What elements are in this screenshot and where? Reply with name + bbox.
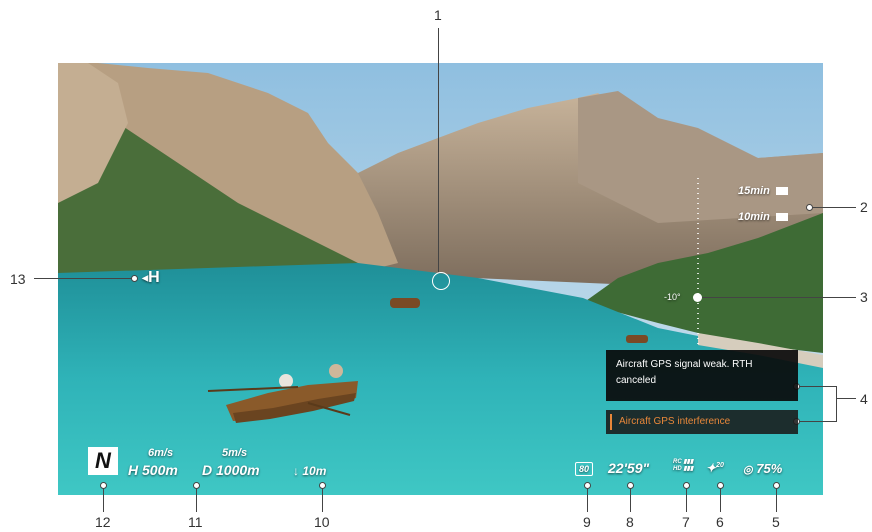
rc-label: RC [673,459,682,465]
callout-number: 6 [716,514,724,530]
gimbal-angle: -10° [664,292,681,302]
leader-dot-2 [806,204,813,211]
vertical-speed: 6m/s [148,447,174,459]
battery-status: ◎ 75% [743,461,782,476]
return-timer: 15min [738,185,788,197]
timer-value: 15min [738,185,770,197]
leader-dot-13 [131,275,138,282]
leader-3 [700,297,856,298]
callout-number: 8 [626,514,634,530]
leader-dot-11 [193,482,200,489]
goggles-icon: ◎ [743,464,753,476]
leader-6 [720,486,721,512]
callout-number: 4 [860,391,868,407]
leader-4b [796,421,836,422]
leader-dot-5 [773,482,780,489]
leader-dot-6 [717,482,724,489]
satellite-icon: ✦ [706,461,717,475]
landing-timer: 10min [738,211,788,223]
battery-box: 80 [575,462,594,476]
crosshair-icon [432,272,450,290]
leader-4c [836,386,837,422]
timer-value: 10min [738,211,770,223]
gps-count: 20 [716,462,724,469]
leader-4d [836,398,856,399]
callout-number: 9 [583,514,591,530]
leader-dot-10 [319,482,326,489]
notice-message: Aircraft GPS signal weak. RTH canceled [606,350,798,401]
obstacle-icon: ↓ [293,464,299,478]
flight-time: 22'59" [608,460,650,476]
leader-2 [810,207,856,208]
callout-number: 1 [434,7,442,23]
leader-9 [587,486,588,512]
home-point-indicator: ◀H [142,269,160,287]
vision-distance: 10m [302,464,327,478]
leader-dot-8 [627,482,634,489]
flight-mode-badge: N [88,447,118,475]
leader-dot-9 [584,482,591,489]
leader-dot-12 [100,482,107,489]
distance: D 1000m [202,462,260,478]
callout-number: 2 [860,199,868,215]
leader-7 [686,486,687,512]
leader-10 [322,486,323,512]
leader-dot-7 [683,482,690,489]
horizontal-speed: 5m/s [222,447,248,459]
gimbal-handle[interactable] [693,293,702,302]
callout-number: 7 [682,514,690,530]
warning-message: Aircraft GPS interference [606,410,798,434]
callout-number: 5 [772,514,780,530]
leader-13 [34,278,134,279]
signal-status: RC ▮▮▮ HD ▮▮▮ [673,459,693,473]
leader-11 [196,486,197,512]
leader-5 [776,486,777,512]
landing-icon [775,213,788,222]
rth-icon [775,187,788,196]
leader-8 [630,486,631,512]
signal-bars-icon: ▮▮▮ [683,466,694,472]
callout-number: 3 [860,289,868,305]
gps-status: ✦20 [706,461,724,475]
callout-number: 13 [10,271,26,287]
signal-bars-icon: ▮▮▮ [683,459,694,465]
callout-number: 12 [95,514,111,530]
gimbal-scale [697,178,699,348]
battery-percent: 75% [756,461,783,476]
leader-12 [103,486,104,512]
leader-1 [438,28,439,272]
callout-number: 10 [314,514,330,530]
altitude: H 500m [128,462,178,478]
leader-4a [796,386,836,387]
hd-label: HD [673,466,682,472]
home-label: H [148,269,160,286]
vision-distance-row: ↓ 10m [293,464,326,478]
callout-number: 11 [188,514,203,530]
